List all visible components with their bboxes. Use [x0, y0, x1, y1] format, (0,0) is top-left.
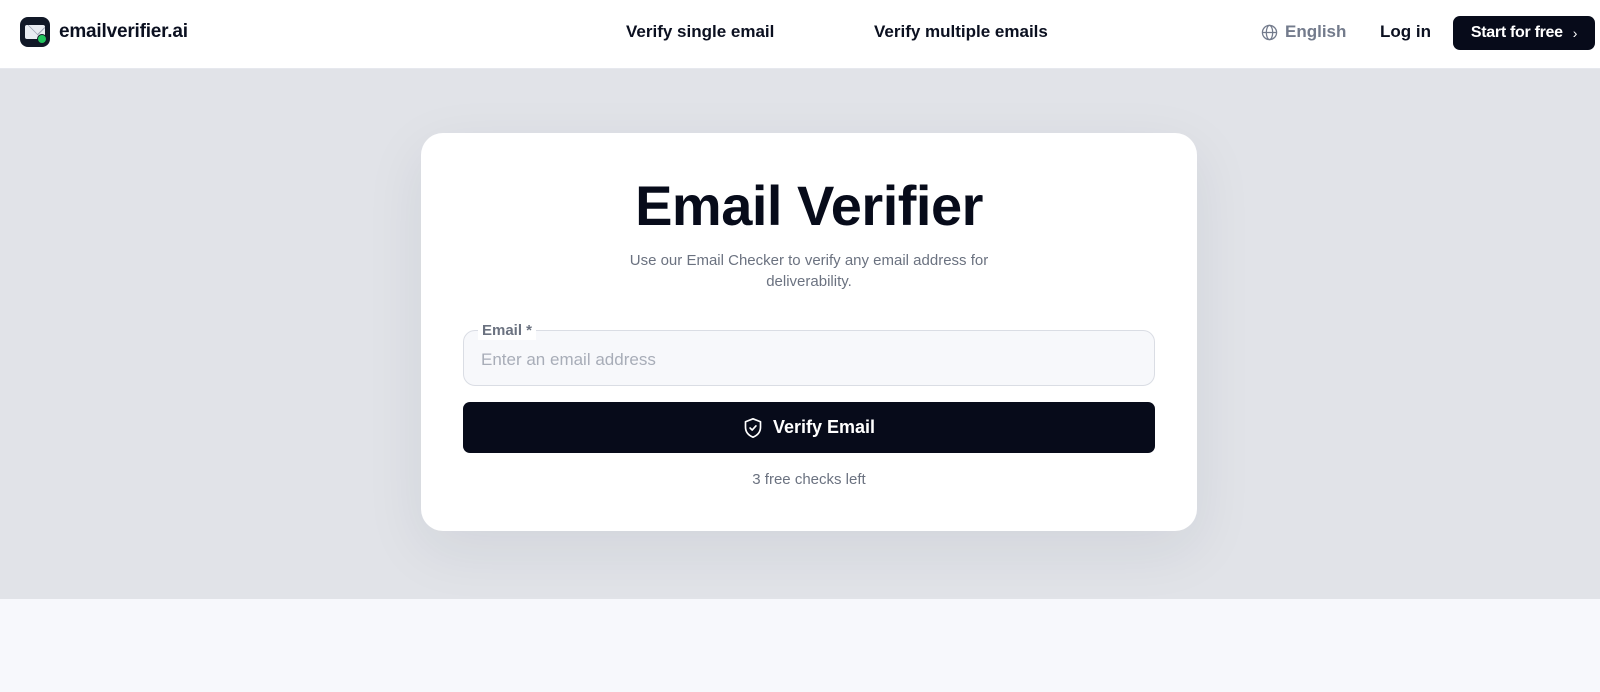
nav-verify-multiple-emails[interactable]: Verify multiple emails: [874, 22, 1048, 42]
chevron-right-icon: ›: [1572, 25, 1578, 41]
language-selector[interactable]: English: [1261, 22, 1346, 42]
page-subtitle: Use our Email Checker to verify any emai…: [629, 252, 989, 290]
start-for-free-button[interactable]: Start for free ›: [1453, 16, 1595, 50]
email-verifier-card: Email Verifier Use our Email Checker to …: [421, 133, 1197, 531]
page-title: Email Verifier: [635, 174, 983, 237]
shield-check-icon: [744, 417, 762, 438]
top-navbar: emailverifier.ai Verify single email Ver…: [0, 0, 1600, 69]
nav-verify-single-email[interactable]: Verify single email: [626, 22, 774, 42]
verify-email-button[interactable]: Verify Email: [463, 402, 1155, 453]
start-for-free-label: Start for free: [1470, 24, 1563, 41]
brand-logo-link[interactable]: emailverifier.ai: [20, 17, 188, 47]
envelope-check-icon: [20, 17, 50, 47]
email-field-wrapper: Email *: [463, 322, 1155, 386]
globe-icon: [1261, 24, 1278, 40]
login-link[interactable]: Log in: [1380, 22, 1431, 42]
brand-name: emailverifier.ai: [59, 21, 188, 42]
email-input[interactable]: [464, 331, 1154, 385]
hero-section: Email Verifier Use our Email Checker to …: [0, 69, 1600, 599]
language-label: English: [1285, 22, 1347, 41]
verify-email-label: Verify Email: [772, 417, 876, 437]
free-checks-counter: 3 free checks left: [752, 471, 866, 488]
